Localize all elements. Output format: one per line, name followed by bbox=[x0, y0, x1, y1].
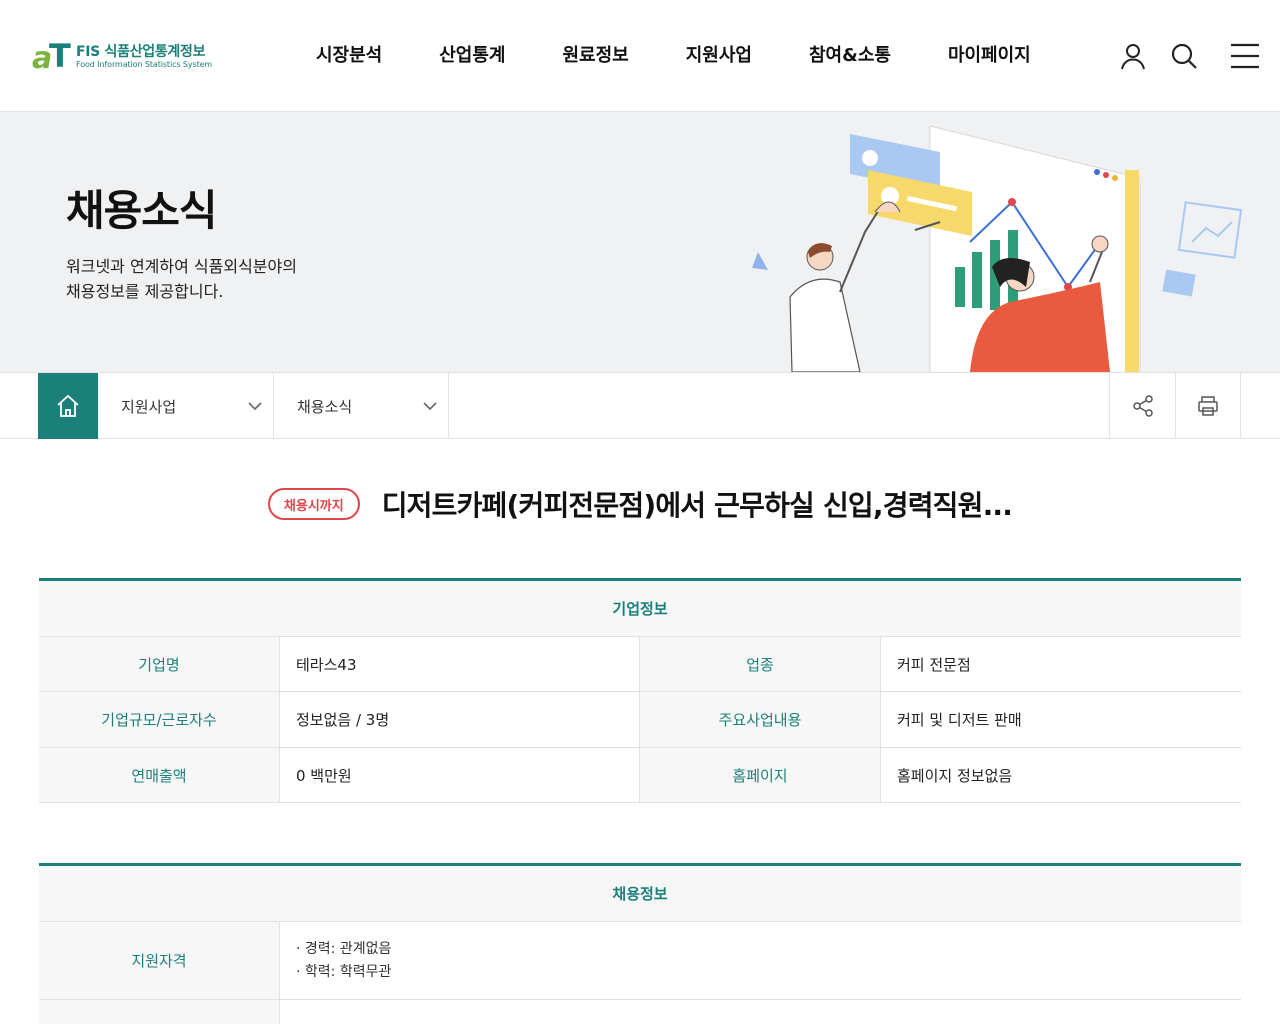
page-description: 워크넷과 연계하여 식품외식분야의 채용정보를 제공합니다. bbox=[66, 257, 297, 301]
location-bar: 지원사업 채용소식 bbox=[0, 372, 1280, 439]
table-cell: 커피 및 디저트 판매 bbox=[897, 711, 1022, 729]
table-row: 지원자격 · 경력: 관계없음 · 학력: 학력무관 bbox=[39, 922, 1241, 1000]
logo-title: FIS 식품산업통계정보 bbox=[76, 44, 206, 60]
table-cell: 커피 전문점 bbox=[897, 655, 971, 674]
qualification-line: · 경력: 관계없음 bbox=[296, 940, 392, 957]
page-visual: 채용소식 워크넷과 연계하여 식품외식분야의 채용정보를 제공합니다. bbox=[0, 112, 1280, 372]
nav-support-program[interactable]: 지원사업 bbox=[686, 42, 752, 70]
print-icon[interactable] bbox=[1175, 373, 1241, 439]
nav-participation[interactable]: 참여&소통 bbox=[809, 42, 891, 70]
site-logo[interactable]: aT FIS 식품산업통계정보 Food Information Statist… bbox=[32, 40, 212, 74]
table-header-cell: 지원자격 bbox=[39, 922, 280, 999]
at-logo-mark: aT bbox=[32, 37, 71, 76]
illustration-image bbox=[752, 125, 1243, 372]
table-header-cell: 기업명 bbox=[39, 637, 280, 691]
table-header-cell: 홈페이지 bbox=[640, 748, 881, 802]
table-row: 기업명 테라스43 업종 커피 전문점 bbox=[39, 637, 1241, 692]
nav-mypage[interactable]: 마이페이지 bbox=[948, 42, 1031, 70]
qualification-line: · 학력: 학력무관 bbox=[296, 963, 392, 980]
recruit-info-caption: 채용정보 bbox=[39, 866, 1241, 922]
table-cell: 0 백만원 bbox=[280, 748, 640, 802]
table-header-cell: 주요사업내용 bbox=[640, 692, 881, 747]
table-header-cell: 업종 bbox=[640, 637, 881, 691]
location-depth1-label: 지원사업 bbox=[121, 397, 177, 416]
chevron-down-icon bbox=[423, 402, 437, 411]
page-title: 채용소식 bbox=[66, 186, 218, 235]
company-info-table: 기업정보 기업명 테라스43 업종 커피 전문점 기업규모/근로자수 정보없음 … bbox=[39, 578, 1241, 803]
home-icon[interactable] bbox=[38, 373, 98, 439]
location-depth1-select[interactable]: 지원사업 bbox=[98, 373, 274, 439]
table-row: 기업규모/근로자수 정보없음 / 3명 주요사업내용 커피 및 디저트 판매 bbox=[39, 692, 1241, 748]
user-icon[interactable] bbox=[1117, 40, 1149, 72]
nav-market-analysis[interactable]: 시장분석 bbox=[316, 42, 382, 70]
table-cell: · 경력: 관계없음 · 학력: 학력무관 bbox=[280, 922, 640, 999]
table-row bbox=[39, 1000, 1241, 1024]
share-icon[interactable] bbox=[1109, 373, 1175, 439]
location-depth2-label: 채용소식 bbox=[297, 397, 353, 416]
logo-subtitle: Food Information Statistics System bbox=[76, 60, 213, 69]
nav-ingredient-info[interactable]: 원료정보 bbox=[563, 42, 629, 70]
company-info-caption: 기업정보 bbox=[39, 581, 1241, 637]
table-header-cell: 연매출액 bbox=[39, 748, 280, 802]
location-depth2-select[interactable]: 채용소식 bbox=[274, 373, 449, 439]
table-header-cell bbox=[39, 1000, 280, 1024]
table-cell bbox=[280, 1000, 640, 1024]
nav-industry-stats[interactable]: 산업통계 bbox=[439, 42, 505, 70]
table-cell: 테라스43 bbox=[280, 637, 640, 691]
post-title: 디저트카페(커피전문점)에서 근무하실 신입,경력직원... bbox=[381, 489, 1013, 522]
search-icon[interactable] bbox=[1168, 40, 1200, 72]
table-header-cell: 기업규모/근로자수 bbox=[39, 692, 280, 747]
table-row: 연매출액 0 백만원 홈페이지 홈페이지 정보없음 bbox=[39, 748, 1241, 803]
table-cell: 정보없음 / 3명 bbox=[280, 692, 640, 747]
deadline-badge: 채용시까지 bbox=[267, 488, 360, 520]
site-header: aT FIS 식품산업통계정보 Food Information Statist… bbox=[0, 0, 1280, 112]
post-title-area: 채용시까지 디저트카페(커피전문점)에서 근무하실 신입,경력직원... bbox=[0, 478, 1280, 530]
main-nav: 시장분석 산업통계 원료정보 지원사업 참여&소통 마이페이지 bbox=[316, 42, 1088, 70]
recruit-info-table: 채용정보 지원자격 · 경력: 관계없음 · 학력: 학력무관 bbox=[39, 863, 1241, 1024]
chevron-down-icon bbox=[248, 402, 262, 411]
table-cell: 홈페이지 정보없음 bbox=[897, 766, 1013, 785]
menu-icon[interactable] bbox=[1229, 40, 1261, 72]
